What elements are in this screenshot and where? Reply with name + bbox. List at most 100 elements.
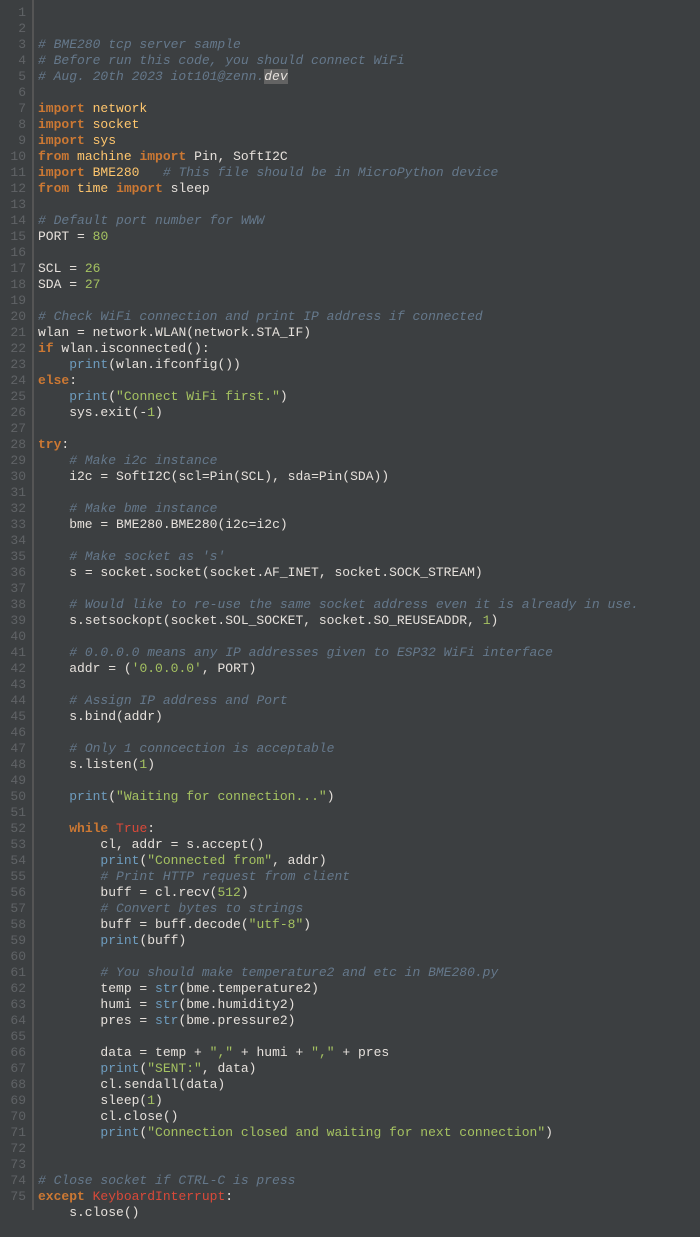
code-line[interactable]: addr = ('0.0.0.0', PORT) — [38, 661, 700, 677]
code-line[interactable]: from machine import Pin, SoftI2C — [38, 149, 700, 165]
code-token: cl.close() — [38, 1109, 178, 1124]
code-line[interactable]: i2c = SoftI2C(scl=Pin(SCL), sda=Pin(SDA)… — [38, 469, 700, 485]
code-line[interactable] — [38, 1141, 700, 1157]
code-line[interactable]: # Convert bytes to strings — [38, 901, 700, 917]
code-line[interactable]: import socket — [38, 117, 700, 133]
line-number: 68 — [0, 1077, 26, 1093]
code-line[interactable]: wlan = network.WLAN(network.STA_IF) — [38, 325, 700, 341]
code-line[interactable]: if wlan.isconnected(): — [38, 341, 700, 357]
code-token: s — [38, 565, 85, 580]
code-line[interactable]: try: — [38, 437, 700, 453]
line-number: 25 — [0, 389, 26, 405]
line-number: 7 — [0, 101, 26, 117]
code-line[interactable] — [38, 293, 700, 309]
code-line[interactable]: # Default port number for WWW — [38, 213, 700, 229]
code-line[interactable] — [38, 629, 700, 645]
line-number: 43 — [0, 677, 26, 693]
code-token: # Assign IP address and Port — [69, 693, 287, 708]
code-line[interactable] — [38, 949, 700, 965]
line-number: 21 — [0, 325, 26, 341]
code-line[interactable]: data = temp + "," + humi + "," + pres — [38, 1045, 700, 1061]
code-line[interactable]: # Make socket as 's' — [38, 549, 700, 565]
code-token: # Check WiFi connection and print IP add… — [38, 309, 483, 324]
code-line[interactable]: SDA = 27 — [38, 277, 700, 293]
code-line[interactable]: # Only 1 conncection is acceptable — [38, 741, 700, 757]
code-line[interactable] — [38, 581, 700, 597]
code-line[interactable]: print("Waiting for connection...") — [38, 789, 700, 805]
code-line[interactable] — [38, 197, 700, 213]
code-token: (wlan.ifconfig()) — [108, 357, 241, 372]
code-line[interactable] — [38, 245, 700, 261]
code-line[interactable]: # Assign IP address and Port — [38, 693, 700, 709]
code-token: print — [100, 933, 139, 948]
code-line[interactable] — [38, 1029, 700, 1045]
code-line[interactable]: temp = str(bme.temperature2) — [38, 981, 700, 997]
code-line[interactable]: # Check WiFi connection and print IP add… — [38, 309, 700, 325]
code-line[interactable]: else: — [38, 373, 700, 389]
code-token: 80 — [93, 229, 109, 244]
code-line[interactable]: # 0.0.0.0 means any IP addresses given t… — [38, 645, 700, 661]
code-line[interactable]: # Aug. 20th 2023 iot101@zenn.dev — [38, 69, 700, 85]
line-number: 51 — [0, 805, 26, 821]
code-line[interactable]: while True: — [38, 821, 700, 837]
code-line[interactable] — [38, 485, 700, 501]
code-token: # Make bme instance — [69, 501, 217, 516]
code-editor[interactable]: # BME280 tcp server sample# Before run t… — [32, 0, 700, 1210]
line-number: 64 — [0, 1013, 26, 1029]
code-line[interactable]: # Make bme instance — [38, 501, 700, 517]
code-line[interactable]: # BME280 tcp server sample — [38, 37, 700, 53]
line-number: 56 — [0, 885, 26, 901]
code-token — [38, 1061, 100, 1076]
code-line[interactable] — [38, 85, 700, 101]
code-line[interactable]: from time import sleep — [38, 181, 700, 197]
code-line[interactable]: # Would like to re-use the same socket a… — [38, 597, 700, 613]
code-line[interactable]: print("SENT:", data) — [38, 1061, 700, 1077]
code-line[interactable]: PORT = 80 — [38, 229, 700, 245]
code-line[interactable]: buff = buff.decode("utf-8") — [38, 917, 700, 933]
code-line[interactable]: cl.close() — [38, 1109, 700, 1125]
code-line[interactable]: cl, addr = s.accept() — [38, 837, 700, 853]
code-line[interactable] — [38, 725, 700, 741]
code-line[interactable]: s.close() — [38, 1205, 700, 1221]
code-line[interactable]: s.setsockopt(socket.SOL_SOCKET, socket.S… — [38, 613, 700, 629]
code-line[interactable]: print("Connect WiFi first.") — [38, 389, 700, 405]
code-line[interactable]: # Close socket if CTRL-C is press — [38, 1173, 700, 1189]
code-token: sys — [93, 133, 116, 148]
code-line[interactable] — [38, 1157, 700, 1173]
code-line[interactable]: import BME280 # This file should be in M… — [38, 165, 700, 181]
code-line[interactable]: print(wlan.ifconfig()) — [38, 357, 700, 373]
code-line[interactable]: cl.sendall(data) — [38, 1077, 700, 1093]
code-line[interactable] — [38, 805, 700, 821]
code-line[interactable]: s.listen(1) — [38, 757, 700, 773]
code-line[interactable]: # Print HTTP request from client — [38, 869, 700, 885]
code-line[interactable] — [38, 677, 700, 693]
code-line[interactable] — [38, 1221, 700, 1237]
code-line[interactable]: print(buff) — [38, 933, 700, 949]
code-line[interactable]: # You should make temperature2 and etc i… — [38, 965, 700, 981]
code-line[interactable]: import network — [38, 101, 700, 117]
code-line[interactable]: humi = str(bme.humidity2) — [38, 997, 700, 1013]
code-line[interactable] — [38, 421, 700, 437]
code-line[interactable]: # Make i2c instance — [38, 453, 700, 469]
code-line[interactable]: # Before run this code, you should conne… — [38, 53, 700, 69]
code-line[interactable]: import sys — [38, 133, 700, 149]
code-line[interactable] — [38, 533, 700, 549]
code-line[interactable]: buff = cl.recv(512) — [38, 885, 700, 901]
code-line[interactable] — [38, 773, 700, 789]
code-line[interactable]: pres = str(bme.pressure2) — [38, 1013, 700, 1029]
line-number: 8 — [0, 117, 26, 133]
code-line[interactable]: sleep(1) — [38, 1093, 700, 1109]
code-token: '0.0.0.0' — [132, 661, 202, 676]
code-line[interactable]: s = socket.socket(socket.AF_INET, socket… — [38, 565, 700, 581]
code-line[interactable]: print("Connected from", addr) — [38, 853, 700, 869]
code-line[interactable]: s.bind(addr) — [38, 709, 700, 725]
line-number: 55 — [0, 869, 26, 885]
code-token: print — [69, 789, 108, 804]
code-line[interactable]: SCL = 26 — [38, 261, 700, 277]
code-line[interactable]: bme = BME280.BME280(i2c=i2c) — [38, 517, 700, 533]
code-line[interactable]: sys.exit(-1) — [38, 405, 700, 421]
code-line[interactable]: print("Connection closed and waiting for… — [38, 1125, 700, 1141]
code-token: "Connect WiFi first." — [116, 389, 280, 404]
code-token: SCL — [38, 261, 69, 276]
code-line[interactable]: except KeyboardInterrupt: — [38, 1189, 700, 1205]
